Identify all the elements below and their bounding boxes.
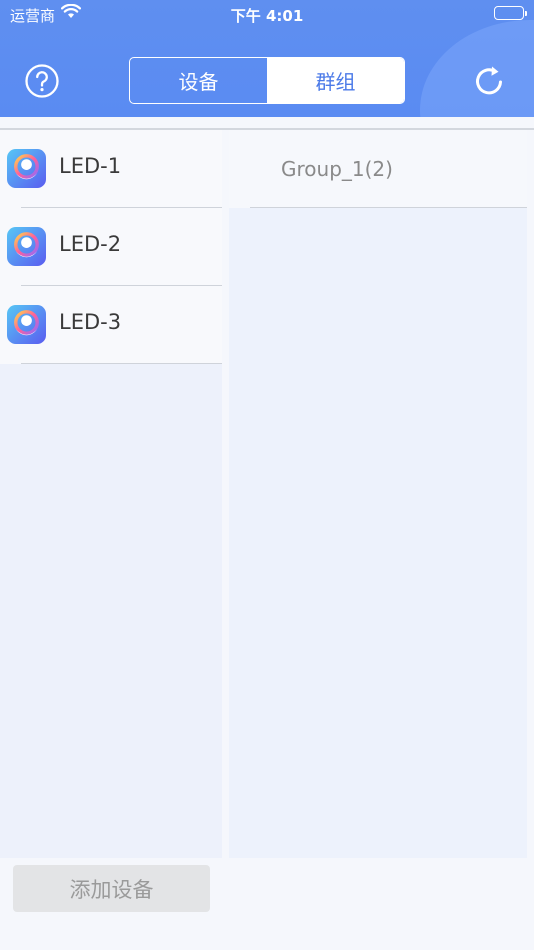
led-app-icon (7, 227, 46, 266)
list-item[interactable]: LED-2 (0, 208, 222, 286)
device-label: LED-2 (59, 232, 122, 256)
battery-icon (494, 6, 527, 20)
help-button[interactable] (24, 63, 60, 99)
row-divider (21, 363, 222, 364)
segmented-control: 设备 群组 (129, 57, 405, 104)
device-list: LED-1 LED-2 LED-3 (0, 130, 222, 858)
tab-devices[interactable]: 设备 (130, 58, 267, 103)
row-divider (250, 207, 527, 208)
status-bar: 运营商 下午 4:01 (0, 0, 534, 30)
device-label: LED-3 (59, 310, 122, 334)
group-list: Group_1(2) (229, 130, 527, 858)
status-time: 下午 4:01 (230, 7, 304, 25)
device-label: LED-1 (59, 154, 122, 178)
list-item[interactable]: LED-3 (0, 286, 222, 364)
add-device-button[interactable]: 添加设备 (13, 865, 210, 912)
refresh-icon (476, 66, 502, 95)
led-app-icon (7, 305, 46, 344)
led-app-icon (7, 149, 46, 188)
refresh-button[interactable] (470, 62, 508, 100)
list-item[interactable]: LED-1 (0, 130, 222, 208)
list-item[interactable]: Group_1(2) (229, 130, 527, 208)
tab-groups[interactable]: 群组 (267, 58, 404, 103)
group-label: Group_1(2) (281, 157, 393, 181)
top-header: 运营商 下午 4:01 设备 群组 (0, 0, 534, 117)
question-circle-icon (25, 64, 59, 98)
